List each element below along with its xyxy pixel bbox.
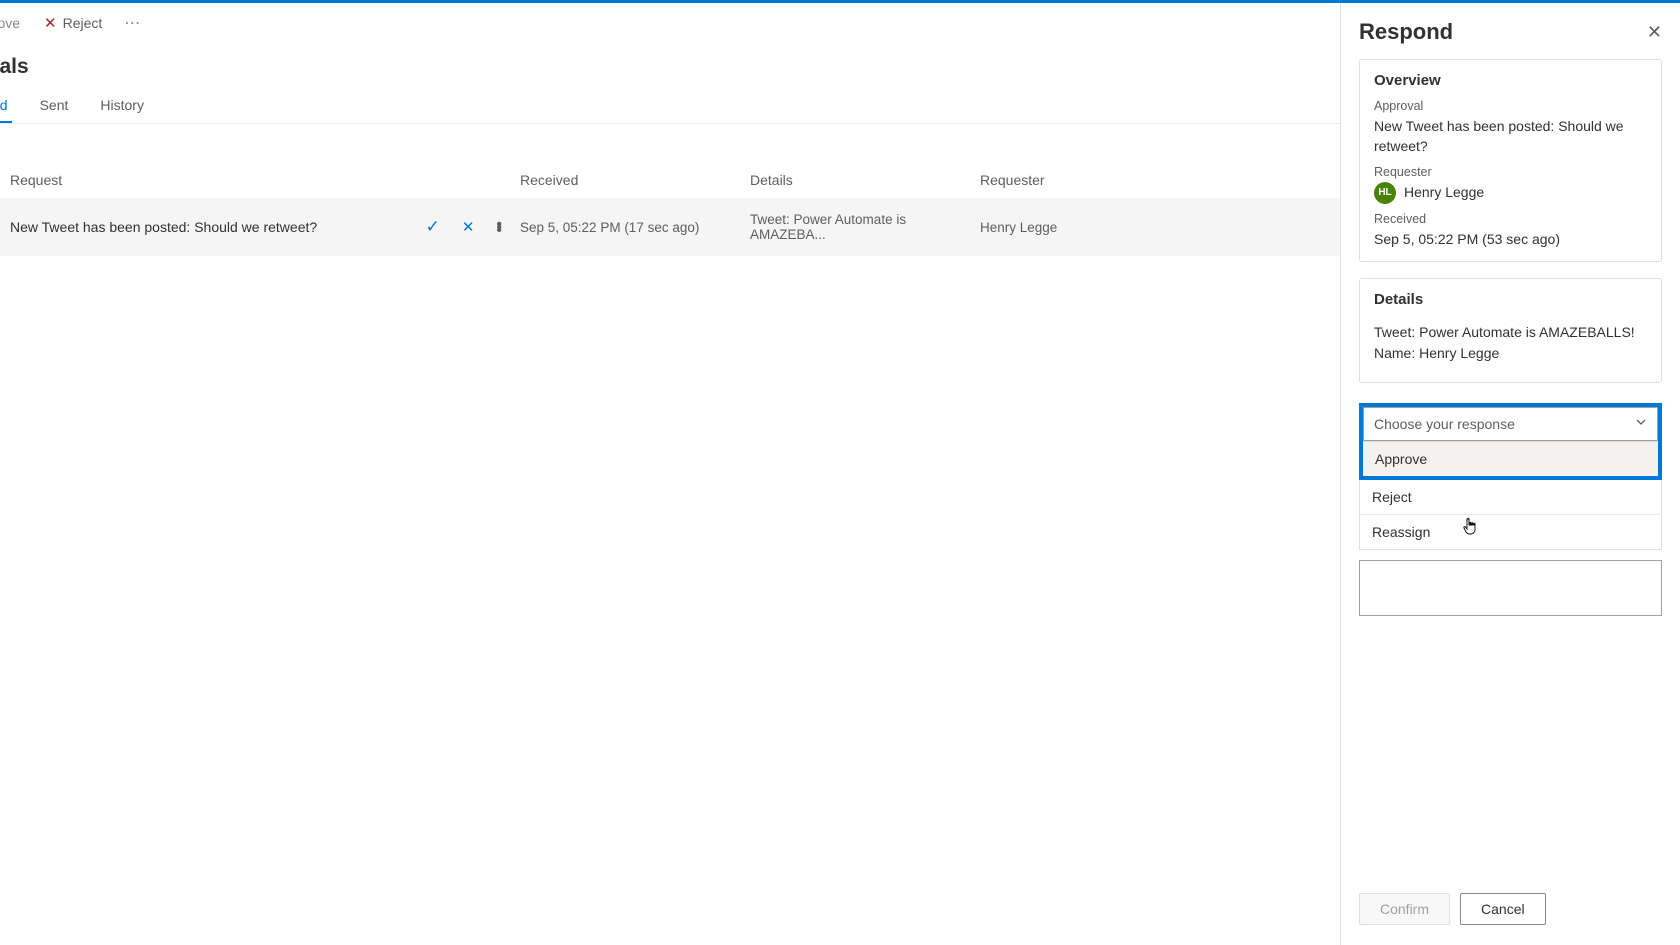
option-reassign[interactable]: Reassign <box>1359 515 1662 550</box>
row-actions: ✓ ✕ ••• <box>426 217 502 237</box>
response-dropdown[interactable]: Choose your response <box>1363 407 1658 441</box>
panel-header: Respond ✕ <box>1359 19 1662 45</box>
overview-section: Overview Approval New Tweet has been pos… <box>1359 59 1662 262</box>
approval-value: New Tweet has been posted: Should we ret… <box>1374 116 1647 157</box>
avatar: HL <box>1374 182 1396 204</box>
requester-row: HL Henry Legge <box>1374 182 1647 204</box>
toolbar-approve-label: prove <box>0 15 20 31</box>
toolbar-reject-label: Reject <box>63 15 103 31</box>
col-request: Request <box>10 172 520 188</box>
row-title: New Tweet has been posted: Should we ret… <box>10 219 426 235</box>
panel-footer: Confirm Cancel <box>1359 893 1546 925</box>
requester-name: Henry Legge <box>1404 182 1484 202</box>
toolbar-reject-button[interactable]: ✕ Reject <box>34 10 112 36</box>
panel-title: Respond <box>1359 19 1453 45</box>
details-title: Details <box>1374 291 1647 308</box>
more-icon: ⋯ <box>124 15 142 32</box>
col-details: Details <box>750 172 980 188</box>
col-requester: Requester <box>980 172 1180 188</box>
cancel-button[interactable]: Cancel <box>1460 893 1546 925</box>
row-requester: Henry Legge <box>980 220 1180 235</box>
tab-received[interactable]: ed <box>0 89 12 123</box>
confirm-button[interactable]: Confirm <box>1359 893 1450 925</box>
overview-title: Overview <box>1374 72 1647 89</box>
reject-x-icon: ✕ <box>44 14 57 32</box>
tab-sent[interactable]: Sent <box>36 89 73 123</box>
tab-history[interactable]: History <box>96 89 148 123</box>
row-approve-icon[interactable]: ✓ <box>426 217 440 237</box>
row-details: Tweet: Power Automate is AMAZEBA... <box>750 212 980 242</box>
requester-label: Requester <box>1374 165 1647 179</box>
row-more-icon[interactable]: ••• <box>496 223 502 232</box>
response-highlight: Choose your response Approve <box>1359 403 1662 480</box>
dropdown-menu: Approve <box>1363 441 1658 476</box>
approval-label: Approval <box>1374 99 1647 113</box>
comment-textarea[interactable] <box>1359 560 1662 616</box>
dropdown-menu-rest: Reject Reassign <box>1359 480 1662 550</box>
toolbar-more-button[interactable]: ⋯ <box>116 13 150 33</box>
row-received: Sep 5, 05:22 PM (17 sec ago) <box>520 220 750 235</box>
option-reject[interactable]: Reject <box>1359 480 1662 515</box>
col-received: Received <box>520 172 750 188</box>
details-line1: Tweet: Power Automate is AMAZEBALLS! <box>1374 322 1647 343</box>
respond-panel: Respond ✕ Overview Approval New Tweet ha… <box>1340 3 1680 945</box>
details-line2: Name: Henry Legge <box>1374 343 1647 364</box>
received-label: Received <box>1374 212 1647 226</box>
received-value: Sep 5, 05:22 PM (53 sec ago) <box>1374 229 1647 249</box>
chevron-down-icon <box>1635 415 1647 433</box>
close-icon[interactable]: ✕ <box>1647 22 1662 43</box>
details-section: Details Tweet: Power Automate is AMAZEBA… <box>1359 278 1662 383</box>
dropdown-placeholder: Choose your response <box>1374 416 1515 432</box>
option-approve[interactable]: Approve <box>1363 442 1658 476</box>
toolbar-approve-button[interactable]: prove <box>0 11 30 35</box>
row-reject-icon[interactable]: ✕ <box>462 218 475 236</box>
